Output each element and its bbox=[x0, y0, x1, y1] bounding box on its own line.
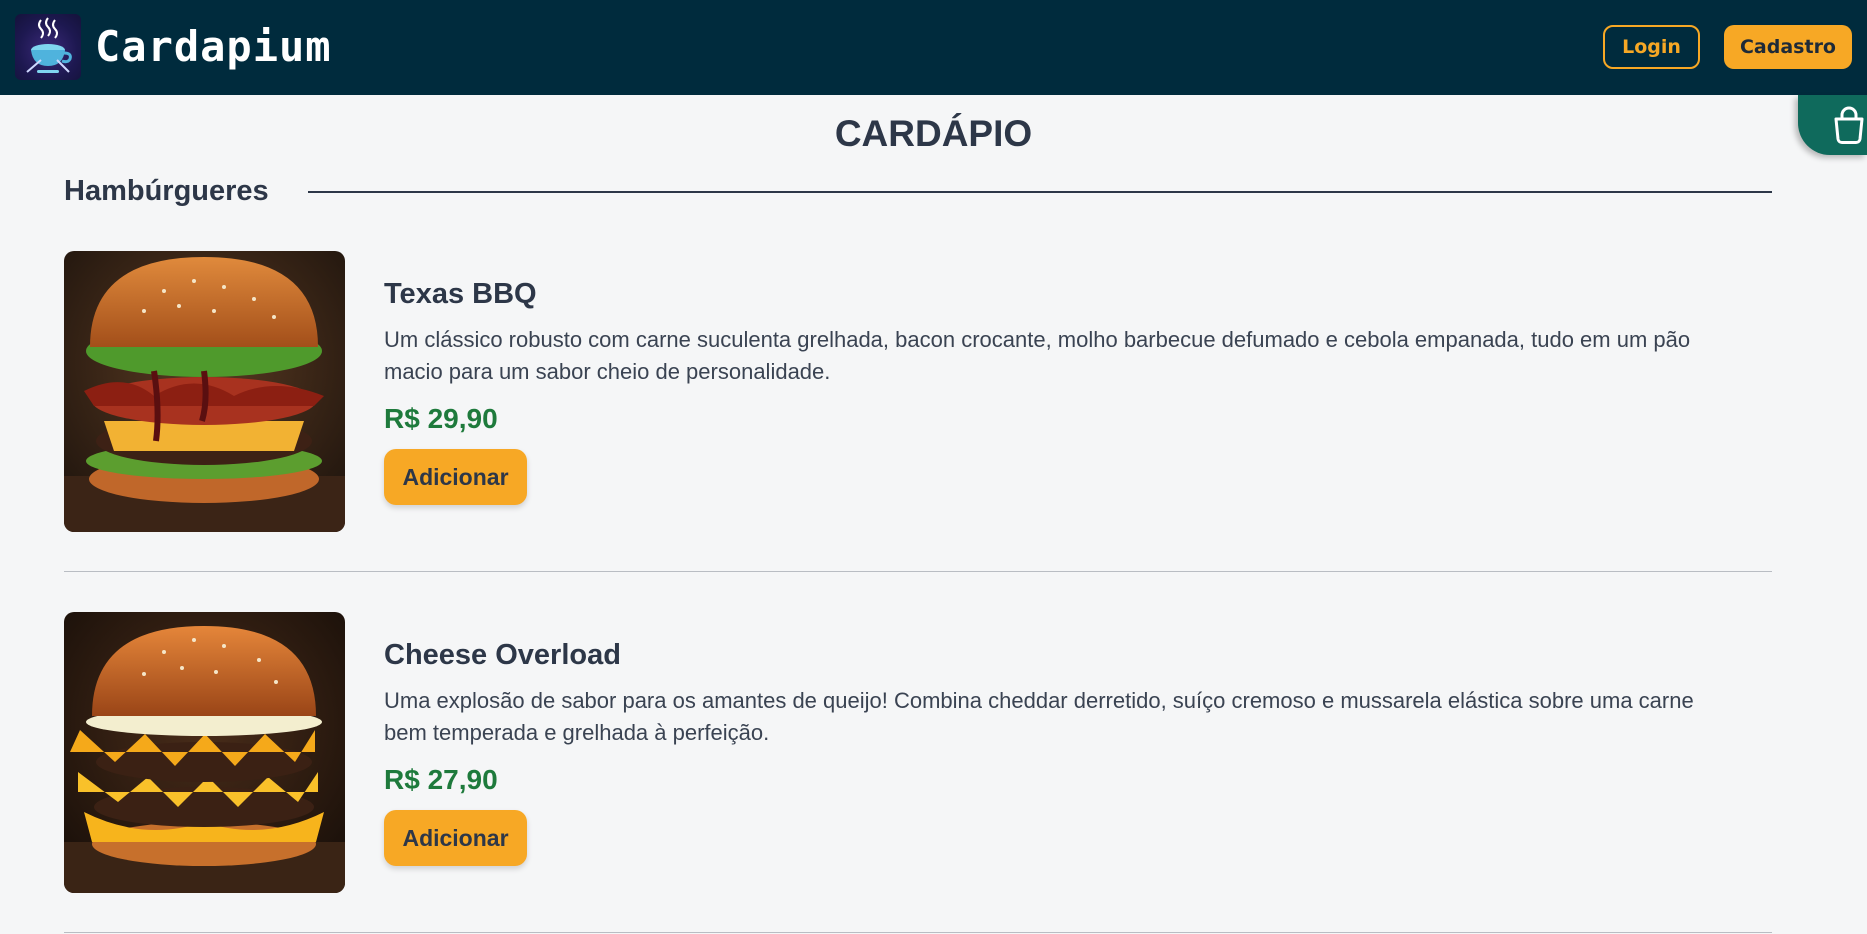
page-title: CARDÁPIO bbox=[834, 113, 1033, 154]
texas-bbq-image bbox=[64, 251, 345, 532]
product-divider bbox=[64, 932, 1772, 933]
product-divider bbox=[64, 571, 1772, 572]
product-name: Texas BBQ bbox=[384, 278, 537, 310]
section-divider bbox=[308, 191, 1772, 193]
add-to-cart-button[interactable]: Adicionar bbox=[384, 810, 527, 866]
product-price: R$ 27,90 bbox=[384, 764, 498, 795]
add-to-cart-button[interactable]: Adicionar bbox=[384, 449, 527, 505]
product-price: R$ 29,90 bbox=[384, 403, 498, 434]
product-description: Um clássico robusto com carne suculenta … bbox=[384, 327, 1691, 384]
cheese-overload-image bbox=[64, 612, 345, 893]
product-description: Uma explosão de sabor para os amantes de… bbox=[384, 688, 1694, 745]
top-navbar: Cardapium Login Cadastro bbox=[0, 0, 1867, 95]
cardapium-logo-icon[interactable] bbox=[15, 14, 81, 80]
signup-button[interactable]: Cadastro bbox=[1724, 25, 1852, 69]
brand-name[interactable]: Cardapium bbox=[95, 22, 332, 71]
login-button[interactable]: Login bbox=[1603, 25, 1700, 69]
section-title: Hambúrgueres bbox=[64, 175, 269, 207]
product-name: Cheese Overload bbox=[384, 639, 621, 671]
